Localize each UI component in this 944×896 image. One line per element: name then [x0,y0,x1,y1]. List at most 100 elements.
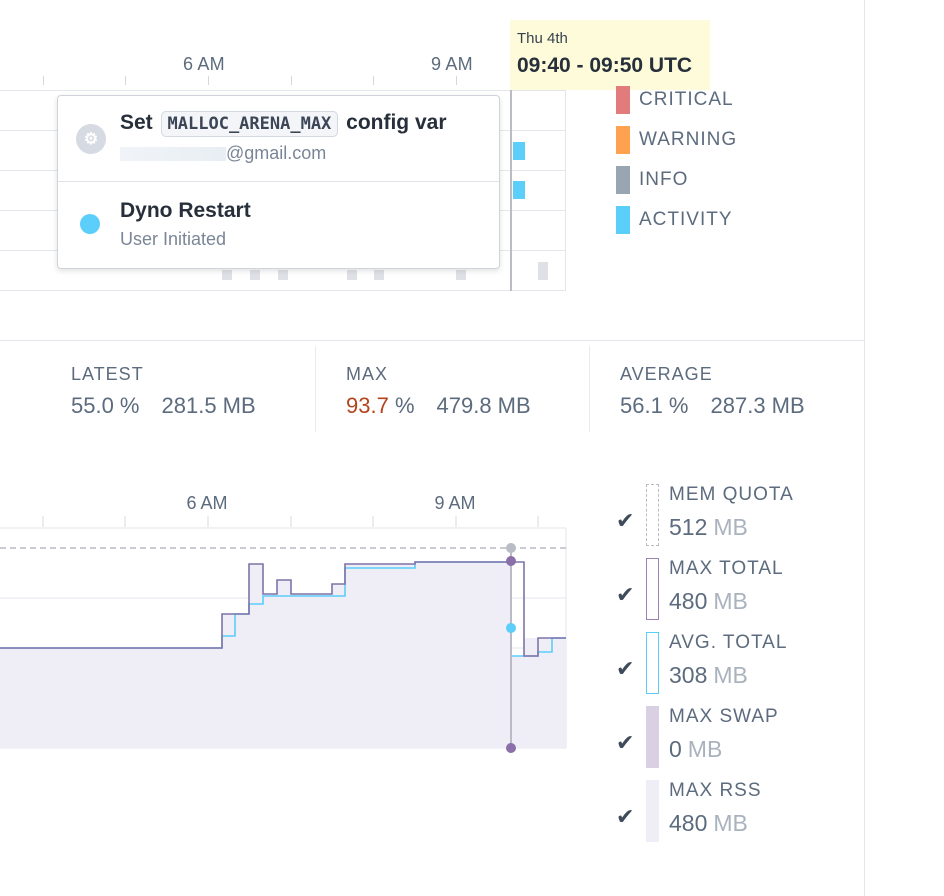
grid-line [0,90,566,91]
legend-swatch [646,780,659,842]
legend-max-rss[interactable]: ✔ MAX RSS 480 MB [616,780,836,844]
legend-name: MAX RSS [669,780,762,801]
axis-label-6am: 6 AM [186,493,227,513]
check-icon[interactable]: ✔ [616,804,634,830]
stat-percent: 56.1 % [620,393,689,418]
stat-latest: LATEST 55.0 % 281.5 MB [71,364,256,419]
stat-percent-unit: % [388,393,415,418]
activity-dot-icon [80,214,100,234]
right-panel-divider [864,0,865,896]
grid-line [0,290,566,291]
hover-point-max-total [506,556,516,566]
stat-average: AVERAGE 56.1 % 287.3 MB [620,364,805,419]
legend-critical[interactable]: CRITICAL [616,86,733,114]
event-marker[interactable] [538,262,548,280]
legend-mem-quota[interactable]: ✔ MEM QUOTA 512 MB [616,484,836,548]
axis-label-9am: 9 AM [434,493,475,513]
restart-event-subtitle: User Initiated [120,229,227,249]
stat-max: MAX 93.7 % 479.8 MB [346,364,531,419]
legend-number: 0 [669,736,682,762]
legend-max-swap[interactable]: ✔ MAX SWAP 0 MB [616,706,836,770]
axis-tick [125,76,126,85]
time-tooltip: Thu 4th 09:40 - 09:50 UTC [510,20,710,90]
config-event-suffix: config var [346,111,447,134]
event-marker[interactable] [374,270,384,280]
config-var-name: MALLOC_ARENA_MAX [160,111,339,137]
stat-label: AVERAGE [620,364,713,384]
redacted-email-name [120,147,226,162]
legend-swatch [646,706,659,768]
config-icon: ⚙ [76,124,106,154]
event-marker[interactable] [250,270,260,280]
stat-values: 93.7 % 479.8 MB [346,393,531,419]
legend-swatch [616,166,630,194]
stat-values: 55.0 % 281.5 MB [71,393,256,419]
legend-number: 308 [669,662,708,688]
check-icon[interactable]: ✔ [616,582,634,608]
axis-tick [291,76,292,85]
axis-tick [373,76,374,85]
legend-number: 480 [669,588,708,614]
legend-swatch [616,86,630,114]
legend-swatch [616,126,630,154]
event-marker[interactable] [222,270,232,280]
stat-label: MAX [346,364,389,384]
legend-unit: MB [713,662,748,688]
stat-percent: 55.0 % [71,393,140,418]
legend-name: MEM QUOTA [669,484,794,505]
events-popover: ⚙ Set MALLOC_ARENA_MAX config var @gmail… [57,95,500,269]
legend-label: INFO [639,169,689,190]
legend-swatch [646,558,659,620]
popover-divider [58,181,499,182]
legend-unit: MB [713,588,748,614]
config-event-title: Set MALLOC_ARENA_MAX config var [120,111,447,137]
hover-point-swap [506,743,516,753]
hover-point-avg-total [506,623,516,633]
legend-value: 480 MB [669,588,748,615]
axis-label-6am: 6 AM [183,54,225,74]
legend-avg-total[interactable]: ✔ AVG. TOTAL 308 MB [616,632,836,696]
axis-tick [43,76,44,85]
check-icon[interactable]: ✔ [616,730,634,756]
stat-percent-value: 93.7 [346,393,389,418]
legend-name: AVG. TOTAL [669,632,788,653]
legend-number: 480 [669,810,708,836]
event-marker[interactable] [347,270,357,280]
event-marker[interactable] [456,270,466,280]
event-marker[interactable] [278,270,288,280]
stat-mb: 281.5 MB [161,393,256,418]
section-divider [0,340,864,341]
legend-info[interactable]: INFO [616,166,687,194]
axis-label-9am: 9 AM [431,54,473,74]
check-icon[interactable]: ✔ [616,656,634,682]
legend-warning[interactable]: WARNING [616,126,736,154]
axis-tick [208,76,209,85]
legend-swatch [646,484,659,546]
legend-value: 480 MB [669,810,748,837]
restart-event-title: Dyno Restart [120,199,251,222]
tooltip-time-range: 09:40 - 09:50 UTC [517,54,693,77]
axis-tick [456,76,457,85]
legend-unit: MB [713,810,748,836]
legend-swatch [646,632,659,694]
max-rss-area [0,562,566,748]
stat-mb: 287.3 MB [710,393,805,418]
email-domain: @gmail.com [226,143,327,163]
stat-label: LATEST [71,364,144,384]
legend-label: WARNING [639,129,738,150]
legend-name: MAX SWAP [669,706,779,727]
tooltip-day: Thu 4th [517,30,568,47]
legend-value: 0 MB [669,736,722,763]
memory-chart: 6 AM 9 AM [0,493,567,753]
legend-max-total[interactable]: ✔ MAX TOTAL 480 MB [616,558,836,622]
legend-value: 512 MB [669,514,748,541]
grid-line [565,90,566,291]
check-icon[interactable]: ✔ [616,508,634,534]
activity-marker[interactable] [513,181,525,199]
legend-name: MAX TOTAL [669,558,784,579]
activity-marker[interactable] [513,142,525,160]
legend-swatch [616,206,630,234]
legend-number: 512 [669,514,708,540]
legend-activity[interactable]: ACTIVITY [616,206,732,234]
legend-label: ACTIVITY [639,209,733,230]
